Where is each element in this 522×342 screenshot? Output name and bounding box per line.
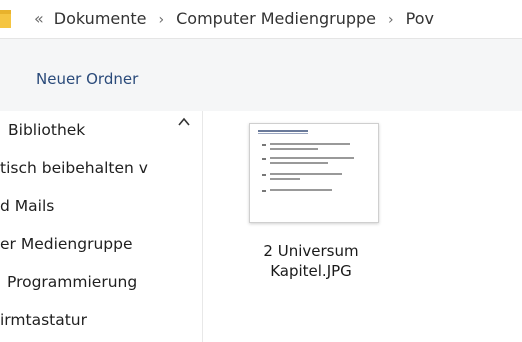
new-folder-button[interactable]: Neuer Ordner <box>36 70 138 88</box>
file-name: 2 Universum Kapitel.JPG <box>231 241 391 281</box>
nav-item-mediengruppe[interactable]: er Mediengruppe <box>0 235 133 253</box>
image-file-thumbnail-icon <box>249 123 379 223</box>
file-list: 2 Universum Kapitel.JPG <box>203 111 522 342</box>
nav-item-desktop[interactable]: tisch beibehalten v <box>0 159 148 177</box>
breadcrumb-separator-icon[interactable]: › <box>159 12 165 28</box>
recent-locations-icon[interactable]: « <box>34 9 44 28</box>
nav-item-mails[interactable]: d Mails <box>0 197 54 215</box>
file-name-line1: 2 Universum <box>263 242 359 260</box>
breadcrumb-item-current[interactable]: Pov <box>406 9 434 28</box>
breadcrumb: « Dokumente › Computer Mediengruppe › Pov <box>34 9 434 28</box>
breadcrumb-separator-icon[interactable]: › <box>388 12 394 28</box>
file-item[interactable]: 2 Universum Kapitel.JPG <box>231 121 391 291</box>
nav-item-bibliothek[interactable]: Bibliothek <box>8 121 85 139</box>
navigation-pane: Bibliothek tisch beibehalten v d Mails e… <box>0 111 203 342</box>
nav-item-firmtastatur[interactable]: irmtastatur <box>0 311 87 329</box>
breadcrumb-item-dokumente[interactable]: Dokumente <box>54 9 147 28</box>
address-bar[interactable]: « Dokumente › Computer Mediengruppe › Pov <box>0 0 522 39</box>
folder-icon <box>0 10 11 28</box>
nav-item-programmierung[interactable]: Programmierung <box>7 273 137 291</box>
breadcrumb-item-computer-mediengruppe[interactable]: Computer Mediengruppe <box>176 9 376 28</box>
file-name-line2: Kapitel.JPG <box>270 262 352 280</box>
scroll-up-icon[interactable] <box>176 115 192 129</box>
command-toolbar: Neuer Ordner <box>0 39 522 111</box>
